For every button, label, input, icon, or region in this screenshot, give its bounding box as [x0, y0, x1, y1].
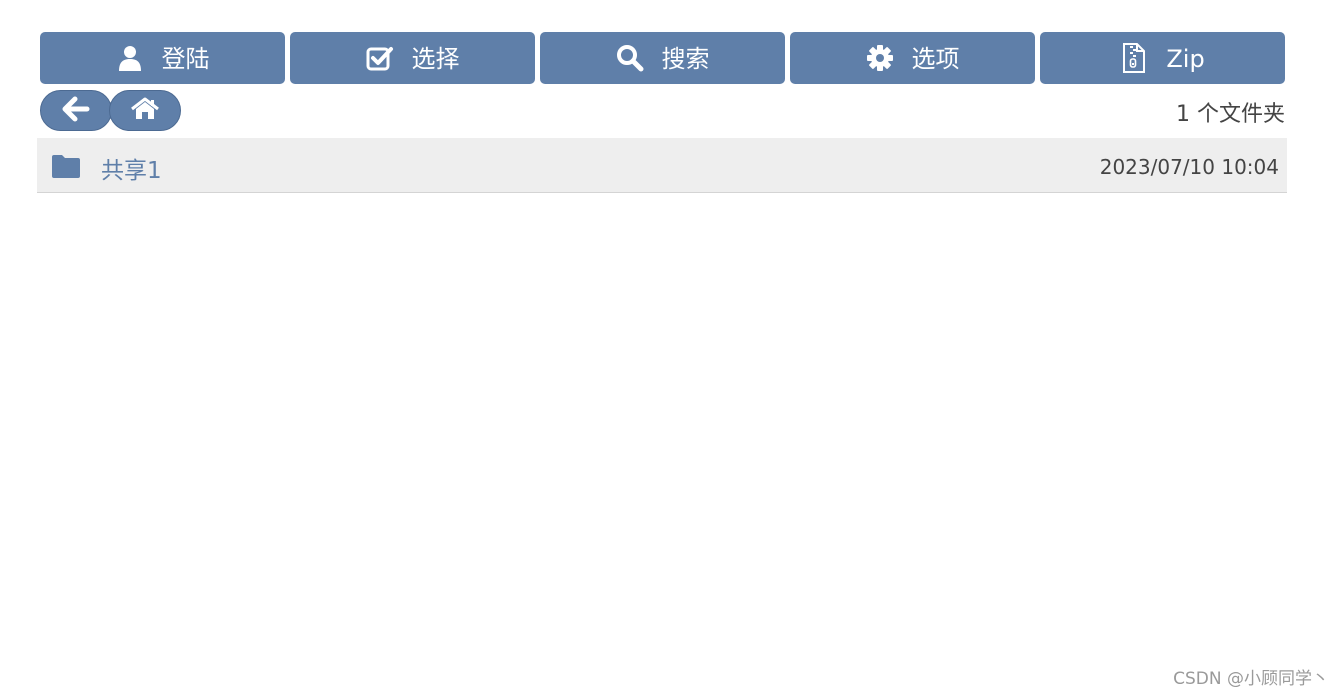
options-label: 选项 — [911, 45, 960, 73]
search-button[interactable]: 搜索 — [540, 32, 785, 84]
user-icon — [116, 44, 144, 72]
watermark: CSDN @小顾同学丶 — [1173, 669, 1329, 689]
toolbar: 登陆 选择 搜索 选项 Zip — [40, 32, 1285, 84]
arrow-left-icon — [62, 96, 90, 126]
navigation-row: 1 个文件夹 — [40, 90, 1285, 131]
back-button[interactable] — [40, 90, 112, 131]
checkbox-icon — [366, 44, 394, 72]
folder-icon — [51, 154, 81, 178]
search-label: 搜索 — [661, 45, 710, 73]
home-icon — [131, 97, 159, 125]
zip-file-icon — [1120, 43, 1148, 73]
login-label: 登陆 — [161, 45, 210, 73]
folder-name[interactable]: 共享1 — [101, 151, 162, 185]
gear-icon — [866, 44, 894, 72]
folder-date: 2023/07/10 10:04 — [1099, 155, 1279, 179]
select-button[interactable]: 选择 — [290, 32, 535, 84]
select-label: 选择 — [411, 45, 460, 73]
file-list: 共享1 2023/07/10 10:04 — [37, 138, 1287, 193]
zip-label: Zip — [1166, 45, 1205, 73]
home-button[interactable] — [109, 90, 181, 131]
search-icon — [616, 44, 644, 72]
zip-button[interactable]: Zip — [1040, 32, 1285, 84]
list-item[interactable]: 共享1 2023/07/10 10:04 — [37, 138, 1287, 193]
login-button[interactable]: 登陆 — [40, 32, 285, 84]
folder-count: 1 个文件夹 — [1176, 102, 1285, 127]
options-button[interactable]: 选项 — [790, 32, 1035, 84]
